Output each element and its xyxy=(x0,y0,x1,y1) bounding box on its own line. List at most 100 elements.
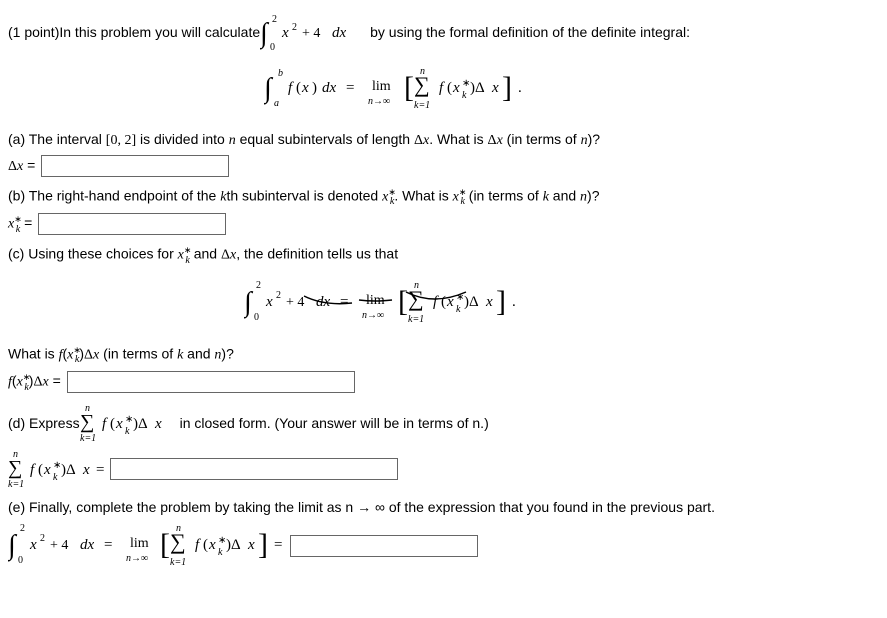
svg-text:2: 2 xyxy=(256,280,261,291)
svg-text:n: n xyxy=(176,523,181,534)
svg-text:f: f xyxy=(433,294,439,310)
svg-text:n: n xyxy=(85,403,90,414)
svg-text:=: = xyxy=(96,462,104,478)
svg-text:(: ( xyxy=(110,416,115,432)
svg-text:)Δ: )Δ xyxy=(464,294,479,310)
svg-text:k=1: k=1 xyxy=(170,557,186,568)
svg-text:f: f xyxy=(288,80,294,96)
svg-text:+ 4: + 4 xyxy=(302,26,320,41)
part-e-label: ∫ 2 0 x 2 + 4 dx = lim n→∞ [ ∑ n k=1 f (… xyxy=(8,521,288,571)
svg-text:∑: ∑ xyxy=(80,411,94,433)
intro-prefix: In this problem you will calculate xyxy=(59,24,260,40)
part-a-text: (a) The interval [0, 2] is divided into … xyxy=(8,131,879,149)
part-d-sum: ∑ n k=1 f ( x ∗ k )Δ x xyxy=(80,403,180,443)
svg-text:=: = xyxy=(104,537,112,553)
svg-text:x: x xyxy=(247,537,255,553)
svg-text:x: x xyxy=(485,294,493,310)
svg-text:)Δ: )Δ xyxy=(470,80,485,96)
svg-text:[: [ xyxy=(404,71,414,104)
part-c-text: (c) Using these choices for x∗k and Δx, … xyxy=(8,245,879,265)
svg-text:0: 0 xyxy=(254,312,259,323)
svg-text:∫: ∫ xyxy=(8,530,18,562)
xk-label: x∗k = xyxy=(8,214,32,234)
svg-text:(: ( xyxy=(38,462,43,478)
delta-x-label: Δx = xyxy=(8,157,35,175)
svg-text:f: f xyxy=(102,416,108,432)
svg-text:x: x xyxy=(154,416,162,432)
svg-text:0: 0 xyxy=(18,555,23,566)
svg-text:f: f xyxy=(30,462,36,478)
svg-text:k=1: k=1 xyxy=(80,433,96,443)
svg-text:)Δ: )Δ xyxy=(61,462,76,478)
svg-text:0: 0 xyxy=(270,42,275,52)
part-a-answer-row: Δx = xyxy=(8,155,879,177)
svg-text:x: x xyxy=(29,537,37,553)
svg-text:.: . xyxy=(518,80,522,96)
svg-text:k: k xyxy=(218,547,223,558)
xk-input[interactable] xyxy=(38,213,226,235)
svg-text:∑: ∑ xyxy=(8,457,22,479)
svg-text:x: x xyxy=(491,80,499,96)
svg-text:): ) xyxy=(312,80,317,96)
svg-text:]: ] xyxy=(496,285,506,318)
delta-x-input[interactable] xyxy=(41,155,229,177)
svg-text:=: = xyxy=(346,80,354,96)
svg-text:dx: dx xyxy=(80,537,95,553)
part-d-suffix: in closed form. (Your answer will be in … xyxy=(180,415,489,431)
svg-text:∫: ∫ xyxy=(260,18,270,50)
svg-text:f: f xyxy=(439,80,445,96)
svg-text:x: x xyxy=(281,25,289,41)
svg-text:(: ( xyxy=(441,294,446,310)
svg-text:n→∞: n→∞ xyxy=(362,310,384,321)
svg-text:x: x xyxy=(301,80,309,96)
svg-text:2: 2 xyxy=(276,290,281,301)
svg-text:lim: lim xyxy=(130,536,149,551)
svg-text:]: ] xyxy=(502,71,512,104)
fxk-label: f(x∗k)Δx = xyxy=(8,372,61,392)
svg-text:x: x xyxy=(208,537,216,553)
svg-text:)Δ: )Δ xyxy=(226,537,241,553)
svg-text:2: 2 xyxy=(272,14,277,25)
svg-text:+ 4: + 4 xyxy=(286,295,304,310)
svg-text:∫: ∫ xyxy=(264,73,274,105)
svg-text:)Δ: )Δ xyxy=(133,416,148,432)
svg-text:k=1: k=1 xyxy=(408,314,424,325)
svg-text:k: k xyxy=(125,426,130,437)
svg-text:.: . xyxy=(512,294,516,310)
svg-text:x: x xyxy=(452,80,460,96)
part-e-answer-row: ∫ 2 0 x 2 + 4 dx = lim n→∞ [ ∑ n k=1 f (… xyxy=(8,521,879,571)
svg-text:n: n xyxy=(420,66,425,77)
svg-text:k: k xyxy=(53,472,58,483)
part-e-text: (e) Finally, complete the problem by tak… xyxy=(8,499,879,515)
fxk-input[interactable] xyxy=(67,371,355,393)
svg-text:dx: dx xyxy=(322,80,337,96)
svg-text:n: n xyxy=(13,449,18,460)
svg-text:lim: lim xyxy=(372,79,391,94)
svg-text:=: = xyxy=(340,294,348,310)
svg-text:]: ] xyxy=(258,528,268,561)
svg-text:[: [ xyxy=(160,528,170,561)
svg-text:(: ( xyxy=(447,80,452,96)
part-d-sum-label: ∑ n k=1 f ( x ∗ k )Δ x = xyxy=(8,449,108,489)
svg-text:2: 2 xyxy=(292,22,297,33)
svg-text:n→∞: n→∞ xyxy=(126,553,148,564)
part-c-question: What is f(x∗k)Δx (in terms of k and n)? xyxy=(8,345,879,365)
svg-text:n: n xyxy=(414,280,419,291)
part-b-answer-row: x∗k = xyxy=(8,213,879,235)
svg-text:x: x xyxy=(115,416,123,432)
svg-text:x: x xyxy=(82,462,90,478)
svg-text:x: x xyxy=(43,462,51,478)
svg-text:f: f xyxy=(195,537,201,553)
svg-text:[: [ xyxy=(398,285,408,318)
final-input[interactable] xyxy=(290,535,478,557)
svg-text:x: x xyxy=(265,294,273,310)
sum-input[interactable] xyxy=(110,458,398,480)
svg-text:∫: ∫ xyxy=(244,287,254,319)
svg-text:n→∞: n→∞ xyxy=(368,96,390,107)
part-d-text: (d) Express ∑ n k=1 f ( x ∗ k )Δ x in cl… xyxy=(8,403,879,443)
svg-text:a: a xyxy=(274,98,279,109)
intro-suffix: by using the formal definition of the de… xyxy=(370,24,690,40)
svg-text:2: 2 xyxy=(20,523,25,534)
svg-text:k: k xyxy=(456,304,461,315)
intro-line: (1 point) In this problem you will calcu… xyxy=(8,12,879,52)
